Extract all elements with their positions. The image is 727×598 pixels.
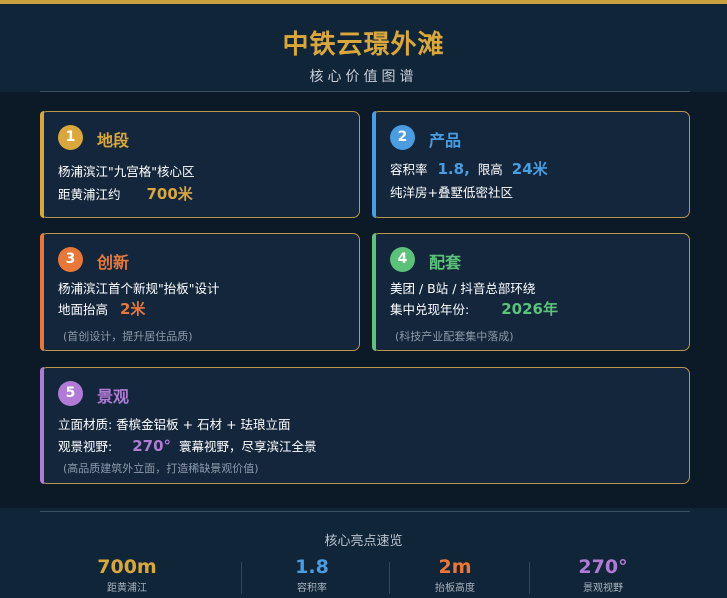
card-note: (科技产业配套集中落成)	[395, 330, 514, 343]
card-title: 产品	[429, 131, 462, 150]
card-note: (高品质建筑外立面，打造稀缺景观价值)	[63, 462, 259, 475]
card-landscape: 5 景观 立面材质: 香槟金铝板 + 石材 + 珐琅立面 观景视野: 270° …	[40, 367, 690, 484]
card-title: 地段	[97, 131, 130, 150]
highlight-value: 2米	[120, 300, 146, 318]
card-location: 1 地段 杨浦滨江"九宫格"核心区 距黄浦江约 700米	[40, 111, 360, 218]
stat-value: 1.8	[295, 556, 329, 578]
badge-number: 5	[58, 381, 83, 406]
stat-label: 距黄浦江	[107, 583, 147, 594]
card-product: 2 产品 容积率 1.8, 限高 24米 纯洋房+叠墅低密社区	[372, 111, 690, 218]
card-title: 创新	[97, 253, 130, 272]
card-line: 立面材质: 香槟金铝板 + 石材 + 珐琅立面	[58, 417, 291, 432]
stat-label: 景观视野	[583, 583, 623, 594]
badge-number: 1	[58, 125, 83, 150]
highlight-value: 270°	[132, 437, 172, 455]
line-label: 距黄浦江约	[58, 187, 121, 202]
line-label: 容积率	[390, 162, 428, 177]
line-label: 集中兑现年份:	[390, 302, 470, 317]
card-accent	[40, 233, 44, 351]
card-line: 距黄浦江约 700米	[58, 183, 193, 204]
card-innovation: 3 创新 杨浦滨江首个新规"抬板"设计 地面抬高 2米 (首创设计，提升居住品质…	[40, 233, 360, 351]
stat-separator	[529, 562, 530, 594]
highlight-value: 2026年	[501, 300, 558, 318]
card-accent	[372, 233, 376, 351]
stat-value: 700m	[97, 556, 157, 578]
line-label: 观景视野:	[58, 439, 113, 454]
card-title: 配套	[429, 253, 462, 272]
card-line: 杨浦滨江首个新规"抬板"设计	[58, 281, 220, 296]
card-line: 美团 / B站 / 抖音总部环绕	[390, 281, 536, 296]
stat-item: 700m 距黄浦江	[57, 556, 197, 594]
line-label: 地面抬高	[58, 302, 109, 317]
card-accent	[40, 111, 44, 218]
card-line: 观景视野: 270° 寰幕视野，尽享滨江全景	[58, 436, 317, 455]
highlight-value: 24米	[511, 160, 548, 178]
card-accent	[40, 367, 44, 484]
page-subtitle: 核心价值图谱	[309, 69, 418, 85]
stat-label: 容积率	[297, 583, 327, 594]
highlight-value: 700米	[146, 185, 193, 203]
highlight-value: 1.8,	[437, 160, 470, 178]
card-title: 景观	[97, 387, 130, 406]
card-accent	[372, 111, 376, 218]
card-line: 杨浦滨江"九宫格"核心区	[58, 164, 195, 179]
stat-label: 抬板高度	[435, 583, 475, 594]
footer-title: 核心亮点速览	[324, 534, 403, 549]
card-note: (首创设计，提升居住品质)	[63, 330, 193, 343]
stat-item: 270° 景观视野	[533, 556, 673, 594]
stat-item: 2m 抬板高度	[385, 556, 525, 594]
badge-number: 3	[58, 247, 83, 272]
stat-value: 270°	[578, 556, 628, 578]
page-header: 中铁云璟外滩 核心价值图谱	[0, 4, 727, 92]
page-title: 中铁云璟外滩	[282, 30, 445, 60]
highlights-footer: 核心亮点速览 700m 距黄浦江 1.8 容积率 2m 抬板高度 270° 景观…	[0, 508, 727, 598]
badge-number: 2	[390, 125, 415, 150]
card-line: 纯洋房+叠墅低密社区	[390, 185, 513, 200]
badge-number: 4	[390, 247, 415, 272]
card-line: 集中兑现年份: 2026年	[390, 298, 558, 319]
stat-item: 1.8 容积率	[242, 556, 382, 594]
line-suffix: 寰幕视野，尽享滨江全景	[179, 439, 317, 454]
footer-divider	[40, 511, 690, 512]
card-line: 地面抬高 2米	[58, 298, 145, 319]
stat-value: 2m	[438, 556, 472, 578]
line-label: 限高	[477, 162, 503, 177]
card-amenities: 4 配套 美团 / B站 / 抖音总部环绕 集中兑现年份: 2026年 (科技产…	[372, 233, 690, 351]
card-line: 容积率 1.8, 限高 24米	[390, 158, 548, 179]
